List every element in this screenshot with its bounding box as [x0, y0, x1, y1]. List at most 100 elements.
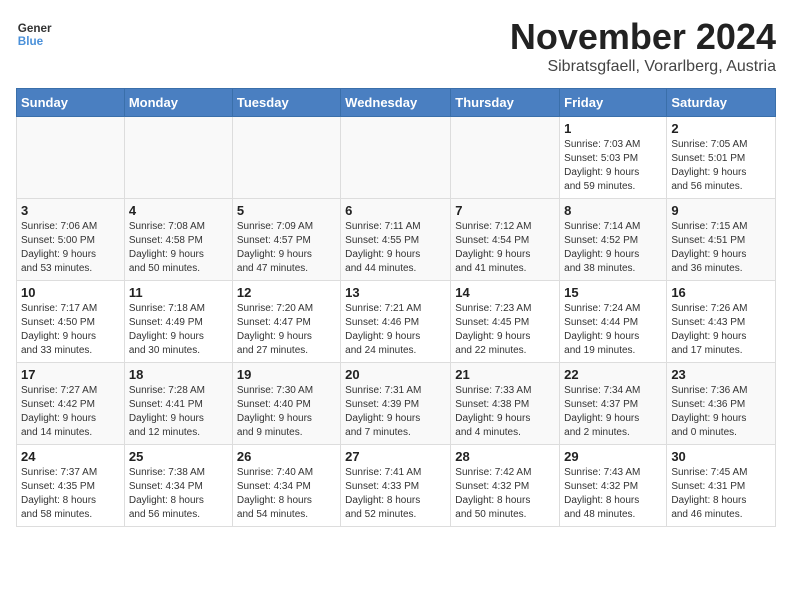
weekday-header-row: SundayMondayTuesdayWednesdayThursdayFrid… — [17, 89, 776, 117]
day-number: 1 — [564, 121, 662, 136]
calendar-cell: 12 Sunrise: 7:20 AM Sunset: 4:47 PM Dayli… — [232, 281, 340, 363]
day-info: Sunrise: 7:20 AM Sunset: 4:47 PM Dayligh… — [237, 302, 336, 358]
title-block: November 2024 Sibratsgfaell, Vorarlberg,… — [510, 16, 776, 76]
day-info: Sunrise: 7:34 AM Sunset: 4:37 PM Dayligh… — [564, 384, 662, 440]
day-number: 20 — [345, 367, 446, 382]
weekday-header-wednesday: Wednesday — [341, 89, 451, 117]
weekday-header-saturday: Saturday — [667, 89, 776, 117]
calendar-cell: 19 Sunrise: 7:30 AM Sunset: 4:40 PM Dayli… — [232, 363, 340, 445]
calendar-cell: 16Sunrise: 7:26 AM Sunset: 4:43 PM Dayli… — [667, 281, 776, 363]
calendar-cell: 3 Sunrise: 7:06 AM Sunset: 5:00 PM Daylig… — [17, 199, 125, 281]
day-number: 12 — [237, 285, 336, 300]
day-number: 19 — [237, 367, 336, 382]
calendar-cell: 14 Sunrise: 7:23 AM Sunset: 4:45 PM Dayli… — [451, 281, 560, 363]
day-number: 18 — [129, 367, 228, 382]
day-info: Sunrise: 7:30 AM Sunset: 4:40 PM Dayligh… — [237, 384, 336, 440]
day-number: 10 — [21, 285, 120, 300]
day-number: 13 — [345, 285, 446, 300]
logo: General Blue — [16, 16, 52, 52]
day-number: 8 — [564, 203, 662, 218]
day-number: 3 — [21, 203, 120, 218]
calendar-cell: 5 Sunrise: 7:09 AM Sunset: 4:57 PM Daylig… — [232, 199, 340, 281]
calendar-cell: 25Sunrise: 7:38 AM Sunset: 4:34 PM Dayli… — [124, 445, 232, 527]
location-subtitle: Sibratsgfaell, Vorarlberg, Austria — [510, 58, 776, 76]
day-number: 21 — [455, 367, 555, 382]
header: General Blue November 2024 Sibratsgfaell… — [16, 16, 776, 76]
day-number: 11 — [129, 285, 228, 300]
weekday-header-friday: Friday — [560, 89, 667, 117]
day-info: Sunrise: 7:24 AM Sunset: 4:44 PM Dayligh… — [564, 302, 662, 358]
day-info: Sunrise: 7:41 AM Sunset: 4:33 PM Dayligh… — [345, 466, 446, 522]
calendar-cell: 2 Sunrise: 7:05 AM Sunset: 5:01 PM Daylig… — [667, 117, 776, 199]
day-number: 16 — [671, 285, 771, 300]
day-info: Sunrise: 7:23 AM Sunset: 4:45 PM Dayligh… — [455, 302, 555, 358]
day-number: 15 — [564, 285, 662, 300]
day-number: 17 — [21, 367, 120, 382]
day-info: Sunrise: 7:27 AM Sunset: 4:42 PM Dayligh… — [21, 384, 120, 440]
calendar-cell: 22 Sunrise: 7:34 AM Sunset: 4:37 PM Dayli… — [560, 363, 667, 445]
day-info: Sunrise: 7:31 AM Sunset: 4:39 PM Dayligh… — [345, 384, 446, 440]
calendar-cell: 17 Sunrise: 7:27 AM Sunset: 4:42 PM Dayli… — [17, 363, 125, 445]
day-info: Sunrise: 7:18 AM Sunset: 4:49 PM Dayligh… — [129, 302, 228, 358]
calendar-cell: 8 Sunrise: 7:14 AM Sunset: 4:52 PM Daylig… — [560, 199, 667, 281]
calendar-week-3: 10Sunrise: 7:17 AM Sunset: 4:50 PM Dayli… — [17, 281, 776, 363]
weekday-header-sunday: Sunday — [17, 89, 125, 117]
day-number: 23 — [671, 367, 771, 382]
svg-text:General: General — [18, 22, 52, 35]
month-year-title: November 2024 — [510, 16, 776, 58]
day-info: Sunrise: 7:06 AM Sunset: 5:00 PM Dayligh… — [21, 220, 120, 276]
day-info: Sunrise: 7:08 AM Sunset: 4:58 PM Dayligh… — [129, 220, 228, 276]
calendar-cell: 10Sunrise: 7:17 AM Sunset: 4:50 PM Dayli… — [17, 281, 125, 363]
calendar-cell — [124, 117, 232, 199]
day-info: Sunrise: 7:42 AM Sunset: 4:32 PM Dayligh… — [455, 466, 555, 522]
logo-icon: General Blue — [16, 16, 52, 52]
day-info: Sunrise: 7:45 AM Sunset: 4:31 PM Dayligh… — [671, 466, 771, 522]
day-info: Sunrise: 7:05 AM Sunset: 5:01 PM Dayligh… — [671, 138, 771, 194]
calendar-cell: 30 Sunrise: 7:45 AM Sunset: 4:31 PM Dayli… — [667, 445, 776, 527]
calendar-cell: 21 Sunrise: 7:33 AM Sunset: 4:38 PM Dayli… — [451, 363, 560, 445]
calendar-cell: 20 Sunrise: 7:31 AM Sunset: 4:39 PM Dayli… — [341, 363, 451, 445]
day-number: 24 — [21, 449, 120, 464]
day-number: 29 — [564, 449, 662, 464]
calendar-cell — [451, 117, 560, 199]
calendar-cell — [232, 117, 340, 199]
day-info: Sunrise: 7:09 AM Sunset: 4:57 PM Dayligh… — [237, 220, 336, 276]
day-info: Sunrise: 7:15 AM Sunset: 4:51 PM Dayligh… — [671, 220, 771, 276]
calendar-cell: 1 Sunrise: 7:03 AM Sunset: 5:03 PM Daylig… — [560, 117, 667, 199]
calendar-cell: 4 Sunrise: 7:08 AM Sunset: 4:58 PM Daylig… — [124, 199, 232, 281]
calendar-cell: 13 Sunrise: 7:21 AM Sunset: 4:46 PM Dayli… — [341, 281, 451, 363]
day-number: 9 — [671, 203, 771, 218]
day-info: Sunrise: 7:36 AM Sunset: 4:36 PM Dayligh… — [671, 384, 771, 440]
calendar-cell: 9 Sunrise: 7:15 AM Sunset: 4:51 PM Daylig… — [667, 199, 776, 281]
day-number: 4 — [129, 203, 228, 218]
calendar-cell: 29Sunrise: 7:43 AM Sunset: 4:32 PM Dayli… — [560, 445, 667, 527]
day-number: 6 — [345, 203, 446, 218]
day-number: 28 — [455, 449, 555, 464]
calendar-cell: 27 Sunrise: 7:41 AM Sunset: 4:33 PM Dayli… — [341, 445, 451, 527]
calendar-cell: 15 Sunrise: 7:24 AM Sunset: 4:44 PM Dayli… — [560, 281, 667, 363]
day-number: 30 — [671, 449, 771, 464]
day-number: 22 — [564, 367, 662, 382]
calendar-cell: 6Sunrise: 7:11 AM Sunset: 4:55 PM Daylig… — [341, 199, 451, 281]
calendar-table: SundayMondayTuesdayWednesdayThursdayFrid… — [16, 88, 776, 527]
day-info: Sunrise: 7:33 AM Sunset: 4:38 PM Dayligh… — [455, 384, 555, 440]
calendar-cell — [341, 117, 451, 199]
svg-text:Blue: Blue — [18, 35, 44, 48]
day-info: Sunrise: 7:14 AM Sunset: 4:52 PM Dayligh… — [564, 220, 662, 276]
day-number: 27 — [345, 449, 446, 464]
weekday-header-tuesday: Tuesday — [232, 89, 340, 117]
day-info: Sunrise: 7:12 AM Sunset: 4:54 PM Dayligh… — [455, 220, 555, 276]
weekday-header-thursday: Thursday — [451, 89, 560, 117]
day-info: Sunrise: 7:28 AM Sunset: 4:41 PM Dayligh… — [129, 384, 228, 440]
day-number: 5 — [237, 203, 336, 218]
day-info: Sunrise: 7:03 AM Sunset: 5:03 PM Dayligh… — [564, 138, 662, 194]
calendar-week-4: 17 Sunrise: 7:27 AM Sunset: 4:42 PM Dayli… — [17, 363, 776, 445]
day-info: Sunrise: 7:40 AM Sunset: 4:34 PM Dayligh… — [237, 466, 336, 522]
day-info: Sunrise: 7:21 AM Sunset: 4:46 PM Dayligh… — [345, 302, 446, 358]
day-number: 14 — [455, 285, 555, 300]
calendar-week-5: 24 Sunrise: 7:37 AM Sunset: 4:35 PM Dayli… — [17, 445, 776, 527]
day-info: Sunrise: 7:38 AM Sunset: 4:34 PM Dayligh… — [129, 466, 228, 522]
day-number: 2 — [671, 121, 771, 136]
calendar-cell: 28 Sunrise: 7:42 AM Sunset: 4:32 PM Dayli… — [451, 445, 560, 527]
day-info: Sunrise: 7:37 AM Sunset: 4:35 PM Dayligh… — [21, 466, 120, 522]
